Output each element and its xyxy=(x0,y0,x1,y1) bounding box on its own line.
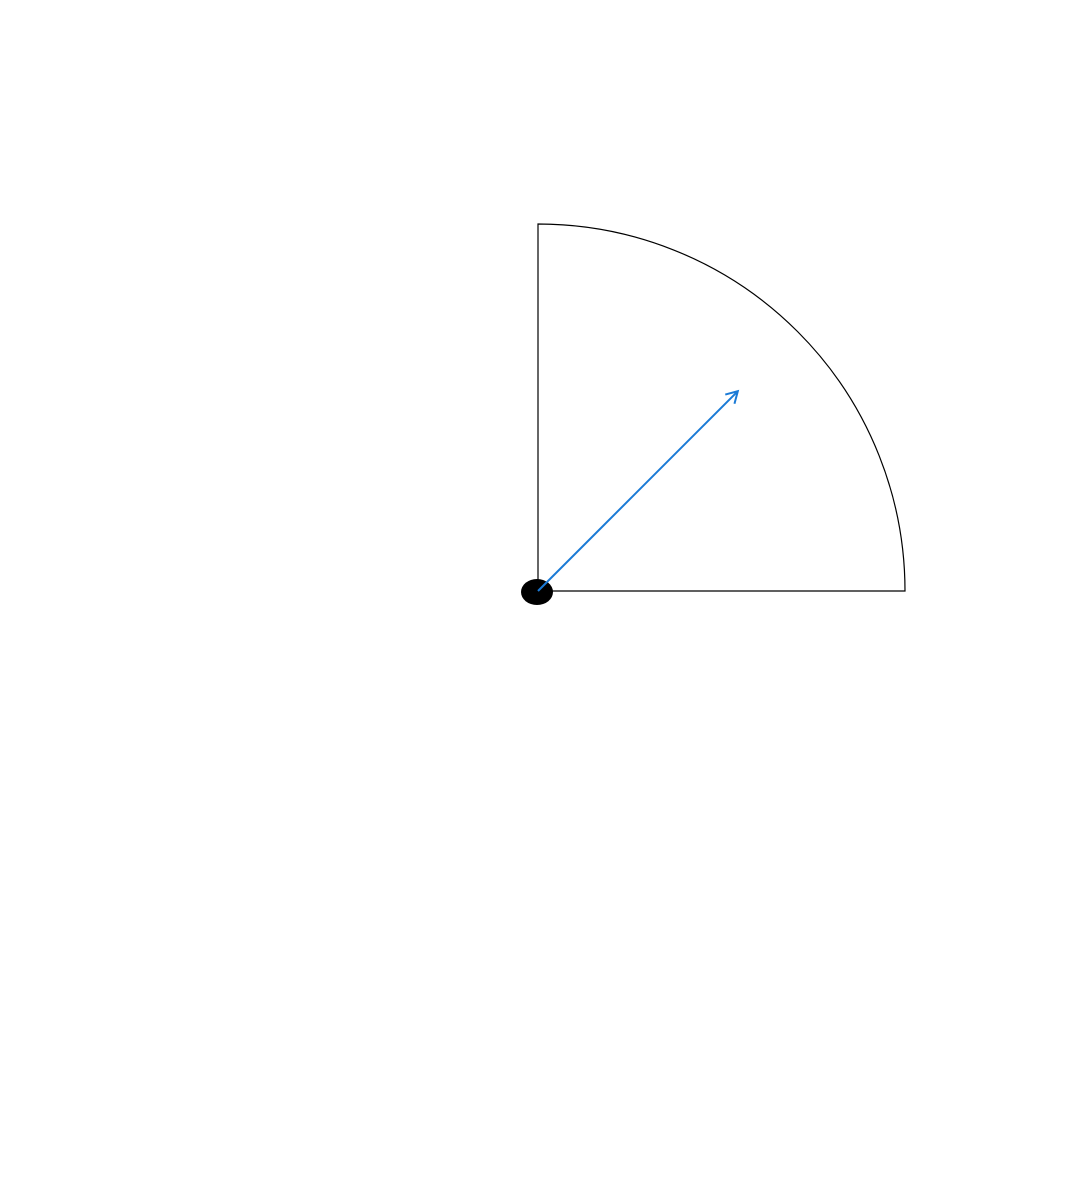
origin-point xyxy=(521,579,553,605)
direction-vector xyxy=(537,390,739,592)
diagram-canvas xyxy=(521,223,906,605)
